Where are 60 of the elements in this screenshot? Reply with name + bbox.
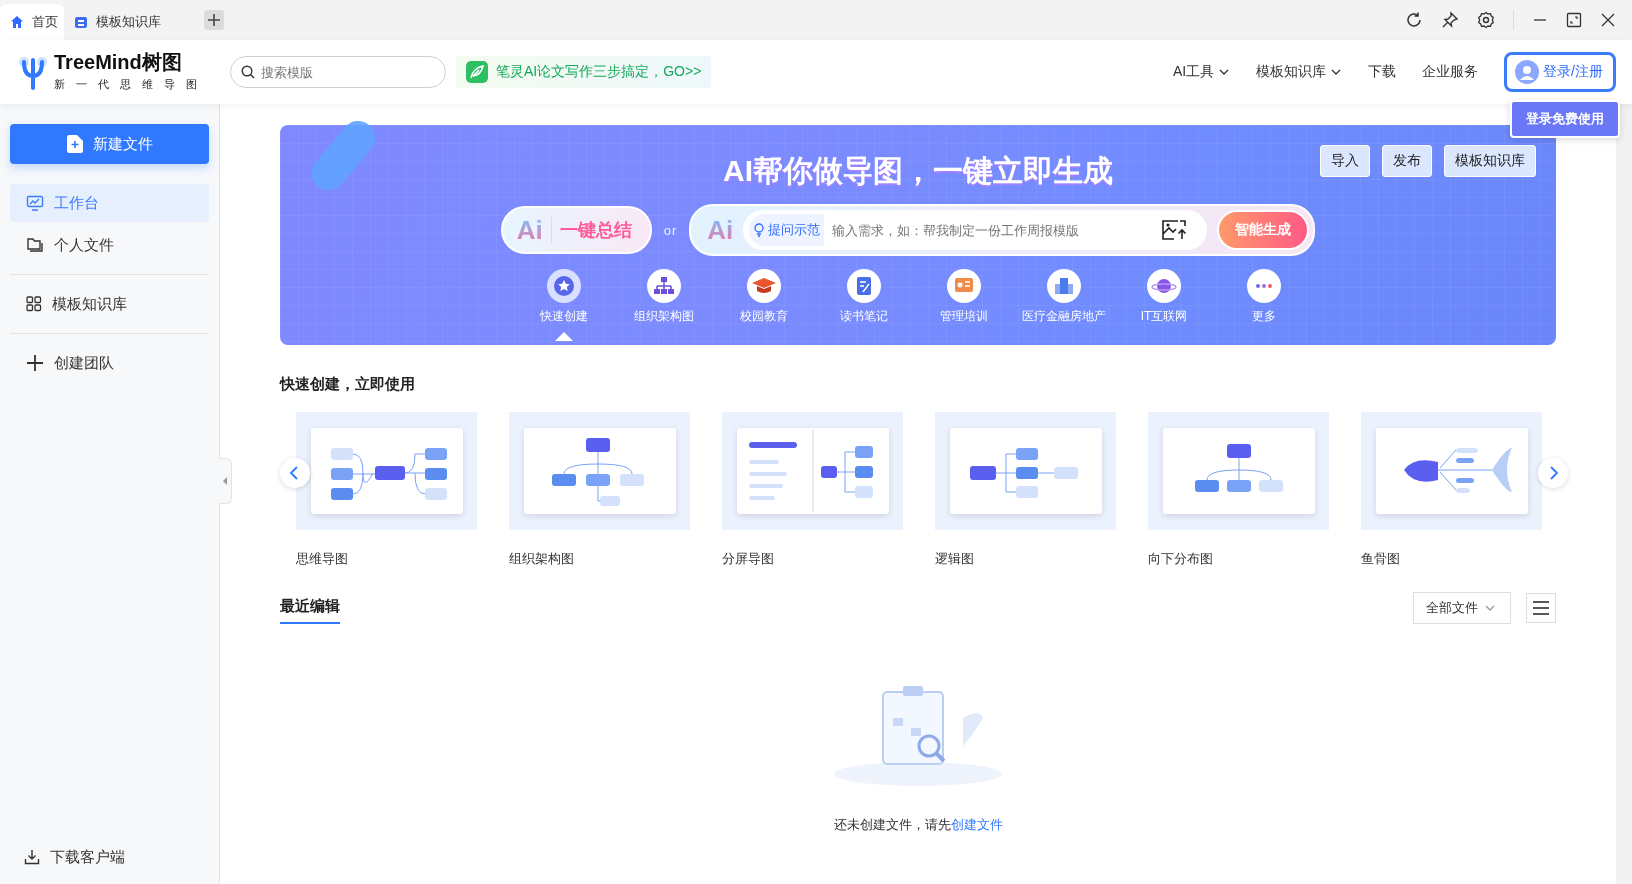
brand-name: TreeMind树图 (54, 52, 183, 72)
menu-icon (1532, 600, 1550, 616)
login-button[interactable]: 登录/注册 (1504, 52, 1616, 92)
browser-tab[interactable]: 模板知识库 (64, 4, 194, 40)
or-label: or (663, 222, 678, 238)
add-file-icon (66, 135, 83, 153)
banner-title: AI帮你做导图，一键立即生成 (723, 153, 1113, 189)
banner-button[interactable]: 发布 (1382, 145, 1432, 177)
nav-link[interactable]: AI工具 (1172, 63, 1231, 81)
maximize-icon[interactable] (1566, 12, 1582, 28)
feather-icon (466, 61, 488, 83)
tree-logo-icon (18, 54, 48, 90)
notebook-icon (846, 268, 882, 304)
empty-state-message: 还未创建文件，请先创建文件 (833, 816, 1003, 834)
close-icon[interactable] (1600, 12, 1616, 28)
building-icon (1046, 268, 1082, 304)
brand-slogan: 新 一 代 思 维 导 图 (54, 77, 202, 92)
presentation-icon (946, 268, 982, 304)
folder-icon (26, 236, 44, 254)
home-icon (10, 15, 24, 29)
pin-icon[interactable] (1441, 11, 1459, 29)
prompt-bar[interactable]: 提问示范 输入需求，如：帮我制定一份工作周报模版 (743, 210, 1208, 250)
settings-icon[interactable] (1477, 11, 1495, 29)
search-icon (241, 65, 255, 79)
section-title: 快速创建，立即使用 (280, 375, 416, 394)
search-field[interactable]: 搜索模版 (230, 56, 446, 88)
cabinet-icon (74, 15, 88, 29)
graduation-cap-icon (746, 268, 782, 304)
lightbulb-icon (753, 223, 766, 237)
sidebar-item[interactable]: 模板知识库 (10, 285, 209, 323)
sidebar-item[interactable]: 创建团队 (10, 344, 209, 382)
banner-button[interactable]: 导入 (1320, 145, 1370, 177)
image-upload-icon[interactable] (1161, 219, 1188, 241)
list-view-button[interactable] (1526, 593, 1556, 623)
recent-tab[interactable]: 最近编辑 (280, 592, 340, 624)
refresh-icon[interactable] (1405, 11, 1423, 29)
example-button[interactable]: 提问示范 (749, 214, 825, 246)
hierarchy-icon (646, 268, 682, 304)
create-file-link[interactable]: 创建文件 (950, 817, 1003, 832)
collapse-handle-icon[interactable] (219, 458, 232, 504)
browser-tab[interactable]: 首页 (0, 4, 64, 40)
nav-link[interactable]: 下载 (1368, 63, 1397, 81)
avatar-icon (1515, 60, 1540, 84)
next-arrow-icon[interactable] (1538, 458, 1568, 488)
previous-arrow-icon[interactable] (280, 458, 310, 488)
planet-icon (1146, 268, 1182, 304)
promo-text: 笔灵AI论文写作三步搞定，GO>> (496, 63, 702, 81)
download-client-link[interactable]: 下载客户端 (10, 842, 209, 872)
monitor-icon (26, 194, 44, 212)
file-filter-dropdown[interactable]: 全部文件 (1413, 592, 1511, 624)
login-tooltip: 登录免费使用 (1510, 100, 1620, 138)
grid-icon (26, 296, 42, 312)
sidebar-item[interactable]: 个人文件 (10, 226, 209, 264)
nav-link[interactable]: 模板知识库 (1256, 63, 1343, 81)
banner-button[interactable]: 模板知识库 (1444, 145, 1536, 177)
more-icon (1246, 268, 1282, 304)
download-icon (24, 849, 40, 865)
nav-link[interactable]: 企业服务 (1422, 63, 1479, 81)
plus-icon (26, 354, 44, 372)
new-file-button[interactable]: 新建文件 (10, 124, 209, 164)
